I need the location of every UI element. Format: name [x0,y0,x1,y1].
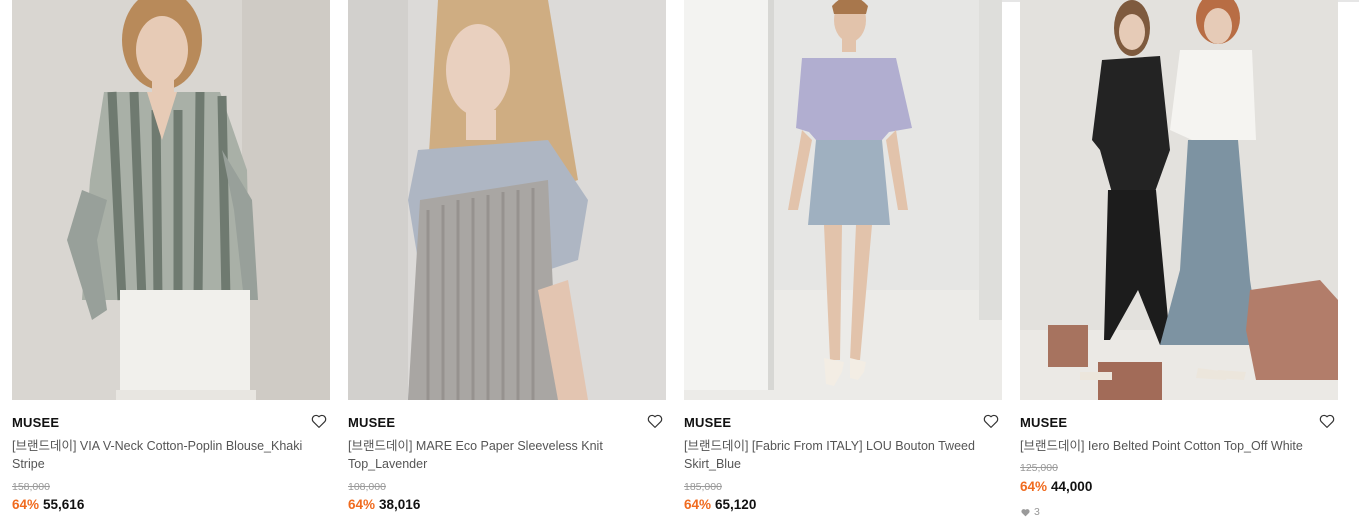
product-photo[interactable] [12,0,330,400]
heart-outline-icon[interactable] [982,412,1000,430]
product-photo[interactable] [684,0,1002,400]
discount-rate: 64% [684,497,712,512]
heart-outline-icon[interactable] [310,412,328,430]
discount-rate: 64% [1020,479,1048,494]
discount-rate: 64% [348,497,376,512]
original-price: 108,000 [348,481,386,493]
brand-name[interactable]: MUSEE [684,415,731,430]
product-image [684,0,1002,400]
heart-outline-icon[interactable] [1318,412,1336,430]
like-count-value: 3 [1034,506,1040,518]
brand-row: MUSEE [348,414,666,432]
original-price: 158,000 [12,481,50,493]
product-photo[interactable] [1020,0,1338,400]
brand-row: MUSEE [1020,414,1338,432]
heart-filled-icon [1020,507,1031,518]
price-row: 64% 44,000 [1020,479,1092,494]
sale-price: 38,016 [379,497,421,512]
product-grid: MUSEE [브랜드데이] VIA V-Neck Cotton-Poplin B… [0,0,1359,522]
original-price: 125,000 [1020,462,1058,474]
brand-row: MUSEE [684,414,1002,432]
product-card[interactable]: MUSEE [브랜드데이] VIA V-Neck Cotton-Poplin B… [12,0,330,522]
heart-outline-icon[interactable] [646,412,664,430]
product-title[interactable]: [브랜드데이] Iero Belted Point Cotton Top_Off… [1020,437,1324,455]
product-card[interactable]: MUSEE [브랜드데이] [Fabric From ITALY] LOU Bo… [684,0,1002,522]
product-card[interactable]: MUSEE [브랜드데이] Iero Belted Point Cotton T… [1020,0,1338,522]
product-image [348,0,666,400]
product-title[interactable]: [브랜드데이] VIA V-Neck Cotton-Poplin Blouse_… [12,437,316,473]
product-photo[interactable] [348,0,666,400]
brand-name[interactable]: MUSEE [12,415,59,430]
sale-price: 55,616 [43,497,85,512]
product-card[interactable]: MUSEE [브랜드데이] MARE Eco Paper Sleeveless … [348,0,666,522]
brand-name[interactable]: MUSEE [1020,415,1067,430]
product-image [12,0,330,400]
product-image [1020,0,1338,400]
discount-rate: 64% [12,497,40,512]
like-count: 3 [1020,506,1040,518]
price-row: 64% 65,120 [684,497,756,512]
product-title[interactable]: [브랜드데이] [Fabric From ITALY] LOU Bouton T… [684,437,988,473]
price-row: 64% 55,616 [12,497,84,512]
brand-row: MUSEE [12,414,330,432]
product-title[interactable]: [브랜드데이] MARE Eco Paper Sleeveless Knit T… [348,437,652,473]
sale-price: 65,120 [715,497,757,512]
original-price: 185,000 [684,481,722,493]
sale-price: 44,000 [1051,479,1093,494]
brand-name[interactable]: MUSEE [348,415,395,430]
price-row: 64% 38,016 [348,497,420,512]
